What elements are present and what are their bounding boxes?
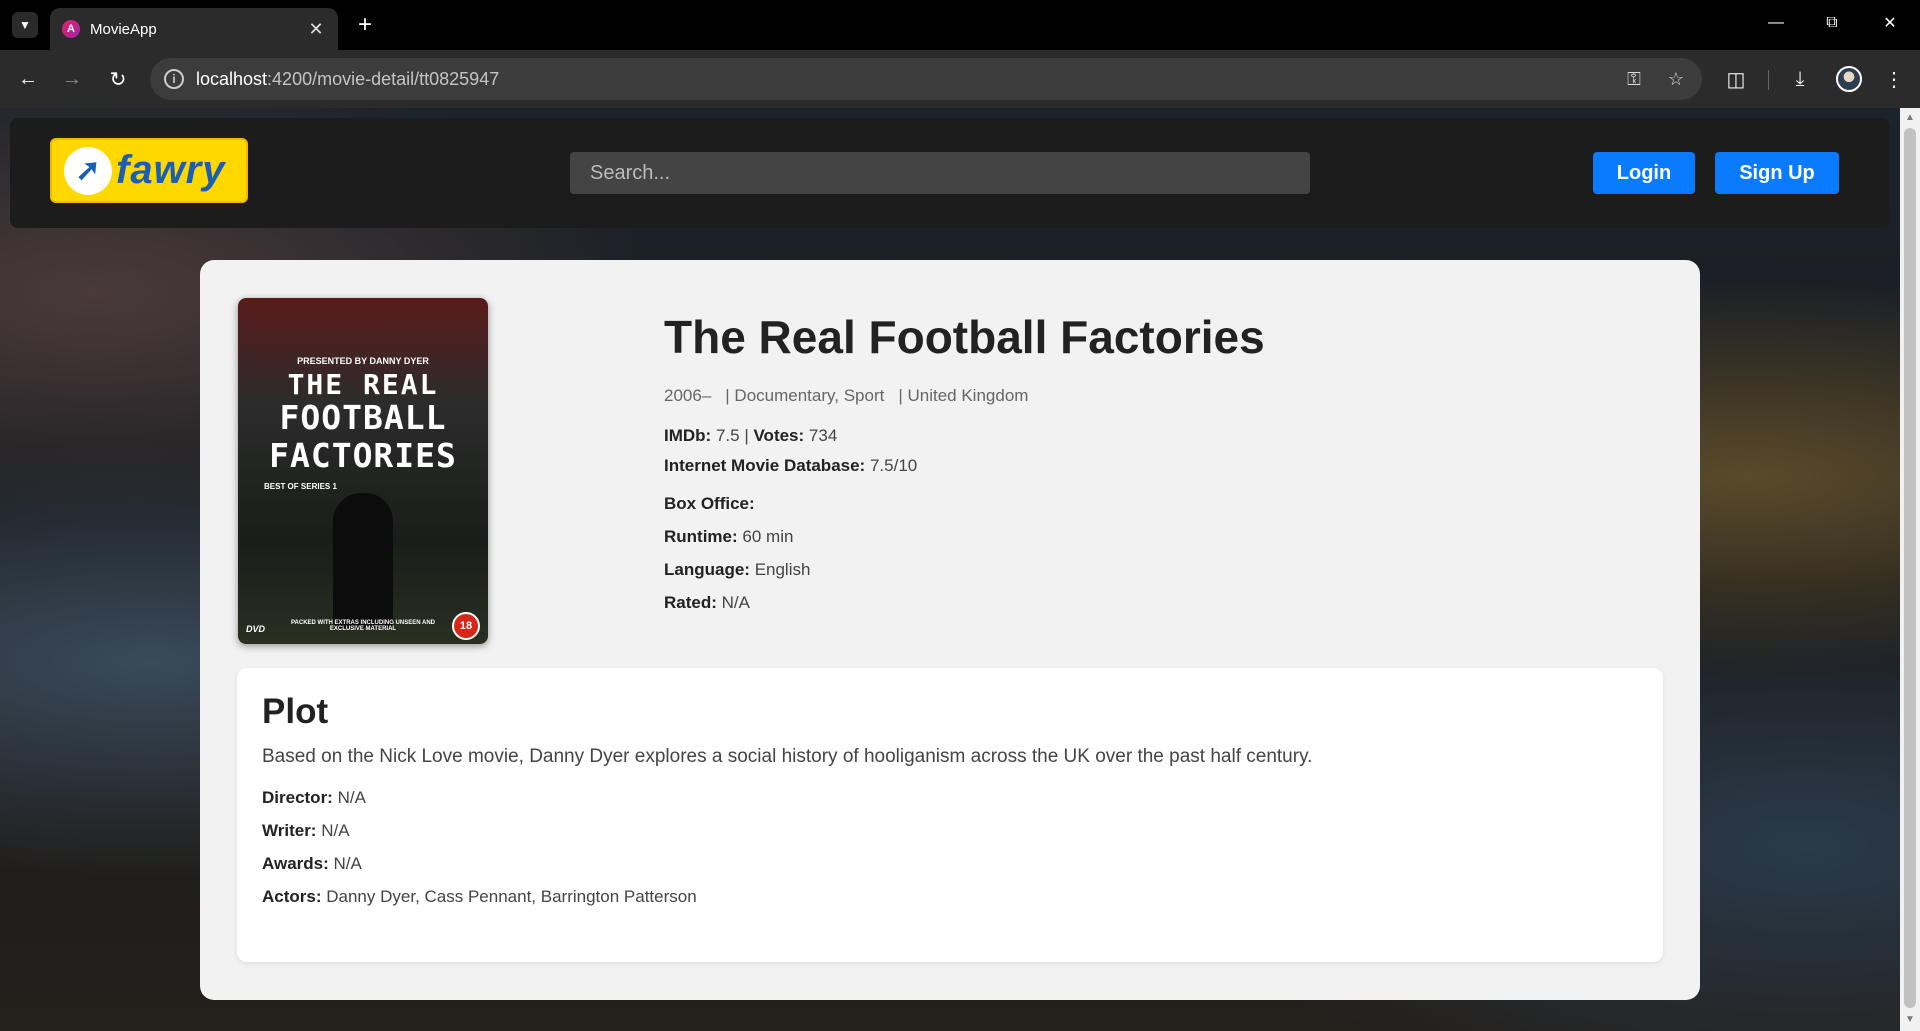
rated-label: Rated: <box>664 593 717 612</box>
awards-label: Awards: <box>262 854 329 873</box>
menu-icon[interactable]: ⋮ <box>1878 63 1910 95</box>
toolbar-divider <box>1768 70 1769 90</box>
votes-label: Votes: <box>753 426 805 445</box>
plot-text: Based on the Nick Love movie, Danny Dyer… <box>262 746 1313 767</box>
rated-value: N/A <box>721 593 750 612</box>
address-bar[interactable]: i localhost:4200/movie-detail/tt0825947 … <box>150 58 1702 100</box>
poster-title-line1: THE REAL <box>287 368 439 401</box>
poster-title-line3: FACTORIES <box>269 436 457 475</box>
app-favicon-icon: A <box>62 20 80 38</box>
logo-text: fawry <box>116 148 226 192</box>
tab-list-icon[interactable]: ▼ <box>12 12 38 38</box>
download-icon[interactable]: ⤓ <box>1784 63 1816 95</box>
awards-row: Awards: N/A <box>262 854 1638 874</box>
new-tab-plus-icon[interactable]: + <box>352 11 378 38</box>
restore-icon[interactable]: ⧉ <box>1812 8 1852 38</box>
password-key-icon[interactable]: ⚿ <box>1618 63 1650 95</box>
plot-heading: Plot <box>262 692 329 731</box>
imdb-label: IMDb: <box>664 426 712 445</box>
tab-title: MovieApp <box>90 20 157 38</box>
poster-subtitle: BEST OF SERIES 1 <box>264 482 337 491</box>
signup-button[interactable]: Sign Up <box>1715 152 1839 194</box>
imdb-value: 7.5 <box>715 426 740 445</box>
awards-value: N/A <box>333 854 362 873</box>
page-viewport: ➚ fawry Login Sign Up PRESENTED BY DANNY… <box>0 108 1900 1031</box>
fawry-logo[interactable]: ➚ fawry <box>50 138 248 203</box>
movie-info: The Real Football Factories 2006– | Docum… <box>664 310 1265 613</box>
actors-label: Actors: <box>262 887 322 906</box>
movie-genre: | Documentary, Sport <box>725 386 885 405</box>
poster-dvd-mark: DVD <box>246 624 266 634</box>
movie-poster: PRESENTED BY DANNY DYER THE REAL FOOTBAL… <box>238 298 488 644</box>
scroll-down-arrow-icon[interactable]: ▼ <box>1904 1014 1916 1026</box>
close-tab-icon[interactable]: ✕ <box>306 19 326 39</box>
imdb-separator: | <box>744 426 749 445</box>
writer-value: N/A <box>321 821 350 840</box>
writer-row: Writer: N/A <box>262 821 1638 841</box>
language-label: Language: <box>664 560 750 579</box>
imdb-db-value: 7.5/10 <box>869 456 918 475</box>
actors-row: Actors: Danny Dyer, Cass Pennant, Barrin… <box>262 887 1638 907</box>
url-path: :4200/movie-detail/tt0825947 <box>267 68 500 89</box>
scrollbar-thumb[interactable] <box>1904 128 1916 1008</box>
director-value: N/A <box>337 788 366 807</box>
url-host: localhost <box>196 68 268 89</box>
runtime-value: 60 min <box>742 527 794 546</box>
movie-meta: 2006– | Documentary, Sport | United Kingdo… <box>664 386 1265 406</box>
scroll-up-arrow-icon[interactable]: ▲ <box>1904 112 1916 124</box>
movie-detail-card: PRESENTED BY DANNY DYER THE REAL FOOTBAL… <box>200 260 1700 1000</box>
poster-presented-by: PRESENTED BY DANNY DYER <box>297 356 429 366</box>
director-label: Director: <box>262 788 333 807</box>
poster-title-line2: FOOTBALL <box>279 398 447 437</box>
extensions-icon[interactable]: ◫ <box>1720 63 1752 95</box>
close-window-icon[interactable]: ✕ <box>1870 8 1910 38</box>
login-button[interactable]: Login <box>1593 152 1695 194</box>
reload-icon[interactable]: ↻ <box>102 63 134 95</box>
minimize-icon[interactable]: — <box>1756 8 1796 38</box>
language-value: English <box>754 560 811 579</box>
browser-tab-bar: ▼ A MovieApp ✕ + — ⧉ ✕ <box>0 0 1920 50</box>
poster-bottom-text: PACKED WITH EXTRAS INCLUDING UNSEEN AND … <box>290 620 435 632</box>
director-row: Director: N/A <box>262 788 1638 808</box>
poster-rating-badge: 18 <box>452 612 480 640</box>
plot-card: Plot Based on the Nick Love movie, Danny… <box>237 668 1663 962</box>
actors-value: Danny Dyer, Cass Pennant, Barrington Pat… <box>326 887 697 906</box>
browser-toolbar: ← → ↻ i localhost:4200/movie-detail/tt08… <box>0 50 1920 108</box>
movie-year: 2006– <box>664 386 712 405</box>
imdb-rating-row: IMDb: 7.5 | Votes: 734 <box>664 426 1265 446</box>
imdb-db-label: Internet Movie Database: <box>664 456 866 475</box>
writer-label: Writer: <box>262 821 317 840</box>
imdb-database-row: Internet Movie Database: 7.5/10 <box>664 456 1265 476</box>
page-scrollbar[interactable]: ▲ ▼ <box>1900 108 1920 1031</box>
runtime-row: Runtime: 60 min <box>664 527 1265 547</box>
site-header: ➚ fawry Login Sign Up <box>10 118 1890 228</box>
url-text: localhost:4200/movie-detail/tt0825947 <box>196 69 499 90</box>
search-input[interactable] <box>570 152 1310 194</box>
poster-figure <box>333 493 393 628</box>
star-icon[interactable]: ☆ <box>1660 63 1692 95</box>
box-office-label: Box Office: <box>664 494 755 513</box>
movie-country: | United Kingdom <box>898 386 1029 405</box>
runtime-label: Runtime: <box>664 527 738 546</box>
rated-row: Rated: N/A <box>664 593 1265 613</box>
box-office-row: Box Office: <box>664 494 1265 514</box>
movie-title: The Real Football Factories <box>664 311 1265 363</box>
profile-avatar[interactable] <box>1836 66 1862 92</box>
logo-arrow-icon: ➚ <box>64 146 112 195</box>
browser-tab[interactable]: A MovieApp ✕ <box>50 8 338 50</box>
back-icon[interactable]: ← <box>12 63 44 95</box>
votes-value: 734 <box>808 426 838 445</box>
site-info-icon[interactable]: i <box>164 69 184 89</box>
forward-icon[interactable]: → <box>56 63 88 95</box>
language-row: Language: English <box>664 560 1265 580</box>
